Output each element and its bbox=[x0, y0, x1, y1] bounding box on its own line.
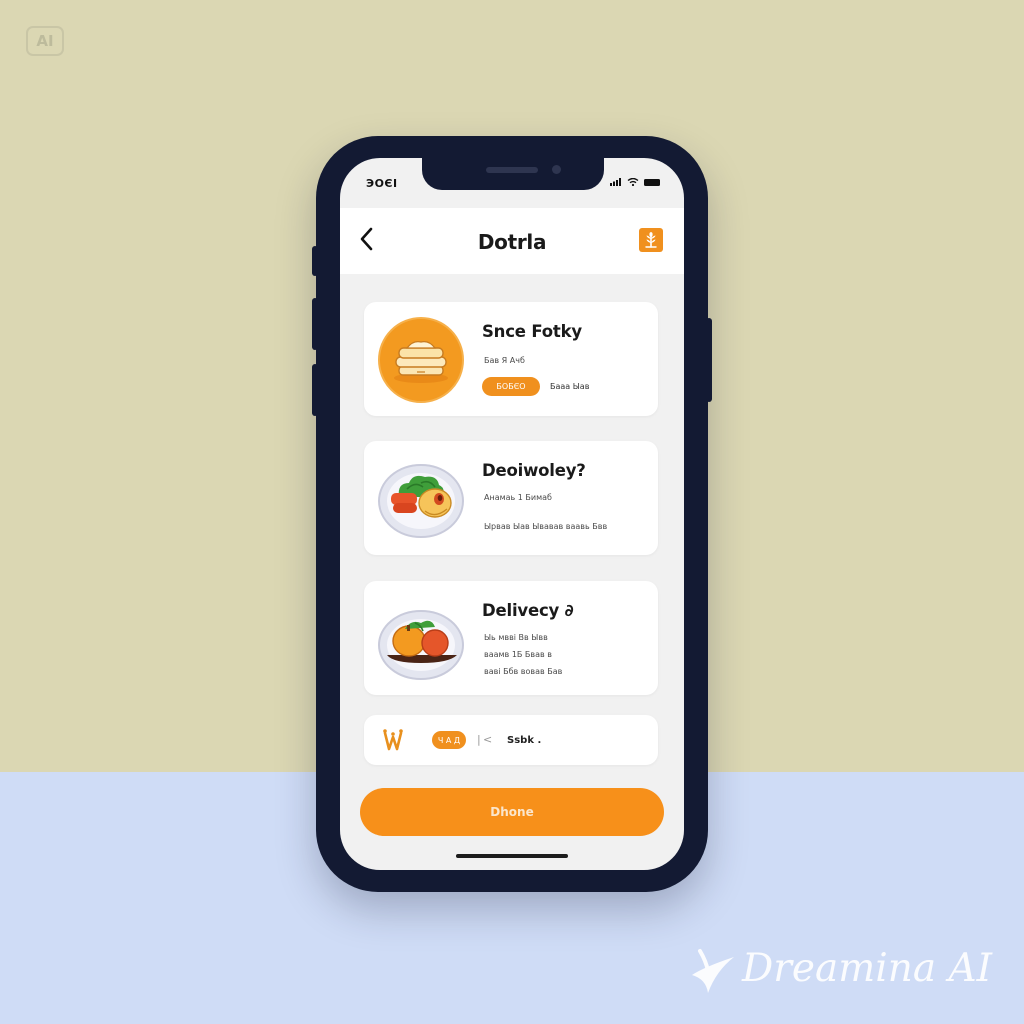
card-title: Deoiwoley? bbox=[482, 461, 586, 480]
signal-icon bbox=[610, 178, 621, 186]
row-label: Ssbk . bbox=[507, 735, 542, 746]
app-header: Dotrla bbox=[340, 208, 684, 274]
card-title: Snce Fotky bbox=[482, 322, 582, 341]
phone-side-button bbox=[312, 246, 318, 276]
list-item[interactable]: Delivecy ∂ Ыь мвві Вв Ывв ваамв 1Б Бвав … bbox=[364, 581, 658, 695]
salad-plate-icon bbox=[378, 464, 464, 538]
page-title: Dotrla bbox=[477, 230, 547, 254]
speaker bbox=[486, 167, 538, 173]
card-subtitle: Бав Я Ачб bbox=[484, 356, 525, 365]
pancakes-icon bbox=[378, 317, 464, 403]
summary-row[interactable]: Ч А Д | < Ssbk . bbox=[364, 715, 658, 765]
primary-cta-button[interactable]: Dhone bbox=[360, 788, 664, 836]
row-chevron[interactable]: < bbox=[483, 733, 492, 746]
card-subtitle: Ыь мвві Вв Ывв bbox=[484, 633, 548, 642]
watermark: Dreamina AI bbox=[686, 938, 996, 998]
card-subtitle: Анамаь 1 Бимаб bbox=[484, 493, 552, 502]
wifi-icon bbox=[627, 178, 639, 186]
phone-side-button bbox=[312, 364, 318, 416]
list-item[interactable]: Deoiwoley? Анамаь 1 Бимаб Ырвав Ыав Ывав… bbox=[364, 441, 658, 555]
notch bbox=[422, 158, 604, 190]
card-subtitle: Ырвав Ыав Ывавав ваавь Бвв bbox=[484, 522, 608, 531]
wheat-sprout-icon bbox=[383, 729, 403, 751]
phone-screen: ЭОЄІ Dotrla Snce Fotky Бав Я Ачб БОБЄО Б… bbox=[340, 158, 684, 870]
watermark-text: Dreamina AI bbox=[742, 945, 993, 991]
wheat-icon bbox=[645, 232, 657, 248]
camera-dot bbox=[552, 165, 561, 174]
status-icons bbox=[610, 178, 660, 186]
quantity-toggle[interactable]: Ч А Д bbox=[432, 731, 466, 749]
header-action-button[interactable] bbox=[639, 228, 663, 252]
phone-side-button bbox=[312, 298, 318, 350]
list-item[interactable]: Snce Fotky Бав Я Ачб БОБЄО Бааа Ыав bbox=[364, 302, 658, 416]
status-time: ЭОЄІ bbox=[366, 177, 398, 190]
dreamina-logo-icon bbox=[692, 949, 734, 993]
row-divider: | bbox=[477, 733, 481, 746]
phone-side-button bbox=[706, 318, 712, 402]
card-title: Delivecy ∂ bbox=[482, 601, 574, 620]
home-indicator[interactable] bbox=[456, 854, 568, 858]
card-meta: Бааа Ыав bbox=[550, 382, 590, 391]
battery-icon bbox=[644, 178, 660, 186]
card-subtitle: ваамв 1Б Бвав в bbox=[484, 650, 553, 659]
phone-frame: ЭОЄІ Dotrla Snce Fotky Бав Я Ачб БОБЄО Б… bbox=[312, 136, 712, 892]
card-subtitle: ваві Ббв вовав Бав bbox=[484, 667, 563, 676]
stew-plate-icon bbox=[378, 610, 464, 680]
price-pill[interactable]: БОБЄО bbox=[482, 377, 540, 396]
ai-badge: AI bbox=[26, 26, 64, 56]
